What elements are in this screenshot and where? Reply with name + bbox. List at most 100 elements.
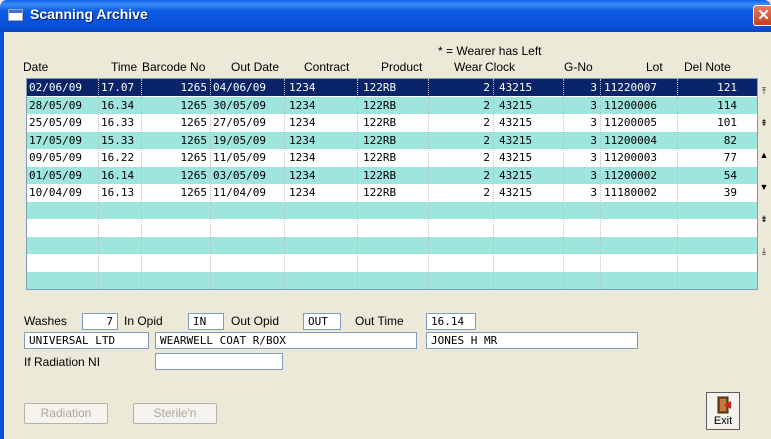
cell-wear: 2 bbox=[483, 186, 490, 199]
cell-wear: 2 bbox=[483, 81, 490, 94]
customer-field[interactable]: UNIVERSAL LTD bbox=[24, 332, 149, 349]
table-row[interactable]: 01/05/09 16.14 1265 03/05/09 1234 122RB 2 43215… bbox=[27, 166, 757, 184]
col-header-gno[interactable]: G-No bbox=[564, 60, 593, 74]
line-up-icon[interactable]: ▲ bbox=[757, 142, 771, 168]
cell-out-date: 11/04/09 bbox=[213, 186, 266, 199]
close-button[interactable]: ✕ bbox=[753, 5, 771, 26]
col-header-lot[interactable]: Lot bbox=[646, 60, 663, 74]
out-opid-label: Out Opid bbox=[231, 314, 280, 328]
cell-wear: 2 bbox=[483, 168, 490, 182]
cell-lot: 11200004 bbox=[604, 133, 657, 147]
cell-barcode: 1265 bbox=[180, 116, 208, 129]
out-time-field[interactable]: 16.14 bbox=[426, 313, 476, 330]
col-header-wear[interactable]: Wear bbox=[454, 60, 482, 74]
radiation-ni-field[interactable] bbox=[155, 353, 283, 370]
wearer-left-note: * = Wearer has Left bbox=[438, 44, 542, 58]
cell-date: 10/04/09 bbox=[29, 186, 82, 199]
cell-date: 02/06/09 bbox=[29, 81, 82, 94]
cell-lot: 11200002 bbox=[604, 168, 657, 182]
grid-scroll-panel: ⤒ ⇞ ▲ ▼ ⇟ ⤓ bbox=[757, 78, 771, 290]
col-header-barcode[interactable]: Barcode No bbox=[142, 60, 205, 74]
cell-clock: 43215 bbox=[499, 81, 533, 94]
item-description-field[interactable]: WEARWELL COAT R/BOX bbox=[155, 332, 417, 349]
line-down-icon[interactable]: ▼ bbox=[757, 174, 771, 200]
cell-out-date: 27/05/09 bbox=[213, 116, 266, 129]
out-time-label: Out Time bbox=[355, 314, 404, 328]
cell-gno: 3 bbox=[590, 186, 597, 199]
cell-clock: 43215 bbox=[499, 133, 533, 147]
title-bar[interactable]: Scanning Archive ✕ bbox=[0, 0, 771, 32]
table-row[interactable]: 10/04/09 16.13 1265 11/04/09 1234 122RB 2 43215… bbox=[27, 184, 757, 201]
window-title: Scanning Archive bbox=[30, 6, 148, 22]
cell-clock: 43215 bbox=[499, 116, 533, 129]
table-row[interactable] bbox=[27, 201, 757, 219]
radiation-ni-label: If Radiation NI bbox=[24, 355, 101, 369]
table-row[interactable]: 17/05/09 15.33 1265 19/05/09 1234 122RB 2 43215… bbox=[27, 131, 757, 149]
page-up-icon[interactable]: ⇞ bbox=[757, 110, 771, 136]
radiation-button[interactable]: Radiation bbox=[24, 403, 108, 424]
cell-time: 16.14 bbox=[101, 168, 135, 182]
cell-time: 17.07 bbox=[101, 81, 135, 94]
cell-out-date: 30/05/09 bbox=[213, 98, 266, 112]
wearer-name-field[interactable]: JONES H MR bbox=[426, 332, 638, 349]
cell-date: 25/05/09 bbox=[29, 116, 82, 129]
cell-product: 122RB bbox=[363, 168, 397, 182]
washes-field[interactable]: 7 bbox=[82, 313, 118, 330]
cell-barcode: 1265 bbox=[180, 151, 208, 164]
cell-barcode: 1265 bbox=[180, 186, 208, 199]
cell-product: 122RB bbox=[363, 133, 397, 147]
cell-out-date: 11/05/09 bbox=[213, 151, 266, 164]
cell-lot: 11200005 bbox=[604, 116, 657, 129]
col-header-del-note[interactable]: Del Note bbox=[684, 60, 731, 74]
cell-contract: 1234 bbox=[289, 168, 316, 182]
cell-clock: 43215 bbox=[499, 98, 533, 112]
scroll-top-icon[interactable]: ⤒ bbox=[757, 78, 771, 104]
archive-grid[interactable]: 02/06/09 17.07 1265 04/06/09 1234 122RB 2 43215… bbox=[26, 78, 758, 290]
cell-wear: 2 bbox=[483, 98, 490, 112]
col-header-time[interactable]: Time bbox=[111, 60, 137, 74]
cell-time: 16.33 bbox=[101, 116, 135, 129]
in-opid-field[interactable]: IN bbox=[188, 313, 224, 330]
page-down-icon[interactable]: ⇟ bbox=[757, 206, 771, 232]
table-row[interactable] bbox=[27, 236, 757, 254]
exit-button[interactable]: Exit bbox=[706, 392, 740, 430]
table-row[interactable] bbox=[27, 271, 757, 289]
cell-barcode: 1265 bbox=[180, 168, 208, 182]
col-header-clock[interactable]: Clock bbox=[485, 60, 515, 74]
scroll-bottom-icon[interactable]: ⤓ bbox=[757, 238, 771, 264]
cell-del-note: 121 bbox=[717, 81, 737, 94]
table-row[interactable]: 28/05/09 16.34 1265 30/05/09 1234 122RB 2 43215… bbox=[27, 96, 757, 114]
col-header-contract[interactable]: Contract bbox=[304, 60, 349, 74]
table-row[interactable]: 02/06/09 17.07 1265 04/06/09 1234 122RB 2 43215… bbox=[27, 79, 757, 96]
table-row[interactable]: 09/05/09 16.22 1265 11/05/09 1234 122RB 2 43215… bbox=[27, 149, 757, 166]
cell-contract: 1234 bbox=[289, 116, 316, 129]
cell-clock: 43215 bbox=[499, 168, 533, 182]
cell-time: 16.22 bbox=[101, 151, 135, 164]
cell-wear: 2 bbox=[483, 151, 490, 164]
cell-time: 15.33 bbox=[101, 133, 135, 147]
cell-product: 122RB bbox=[363, 186, 397, 199]
cell-gno: 3 bbox=[590, 151, 597, 164]
table-row[interactable] bbox=[27, 219, 757, 236]
cell-date: 17/05/09 bbox=[29, 133, 82, 147]
window-content: * = Wearer has Left Date Time Barcode No… bbox=[4, 32, 771, 439]
cell-product: 122RB bbox=[363, 98, 397, 112]
cell-wear: 2 bbox=[483, 116, 490, 129]
cell-date: 28/05/09 bbox=[29, 98, 82, 112]
sterile-button[interactable]: Sterile'n bbox=[133, 403, 217, 424]
cell-date: 01/05/09 bbox=[29, 168, 82, 182]
col-header-out-date[interactable]: Out Date bbox=[231, 60, 279, 74]
cell-time: 16.34 bbox=[101, 98, 135, 112]
cell-barcode: 1265 bbox=[180, 81, 208, 94]
col-header-product[interactable]: Product bbox=[381, 60, 422, 74]
close-icon: ✕ bbox=[757, 7, 770, 24]
cell-contract: 1234 bbox=[289, 133, 316, 147]
cell-lot: 11200006 bbox=[604, 98, 657, 112]
cell-lot: 11200003 bbox=[604, 151, 657, 164]
col-header-date[interactable]: Date bbox=[23, 60, 48, 74]
cell-gno: 3 bbox=[590, 168, 597, 182]
table-row[interactable]: 25/05/09 16.33 1265 27/05/09 1234 122RB 2 43215… bbox=[27, 114, 757, 131]
table-row[interactable] bbox=[27, 254, 757, 271]
cell-contract: 1234 bbox=[289, 98, 316, 112]
out-opid-field[interactable]: OUT bbox=[303, 313, 341, 330]
